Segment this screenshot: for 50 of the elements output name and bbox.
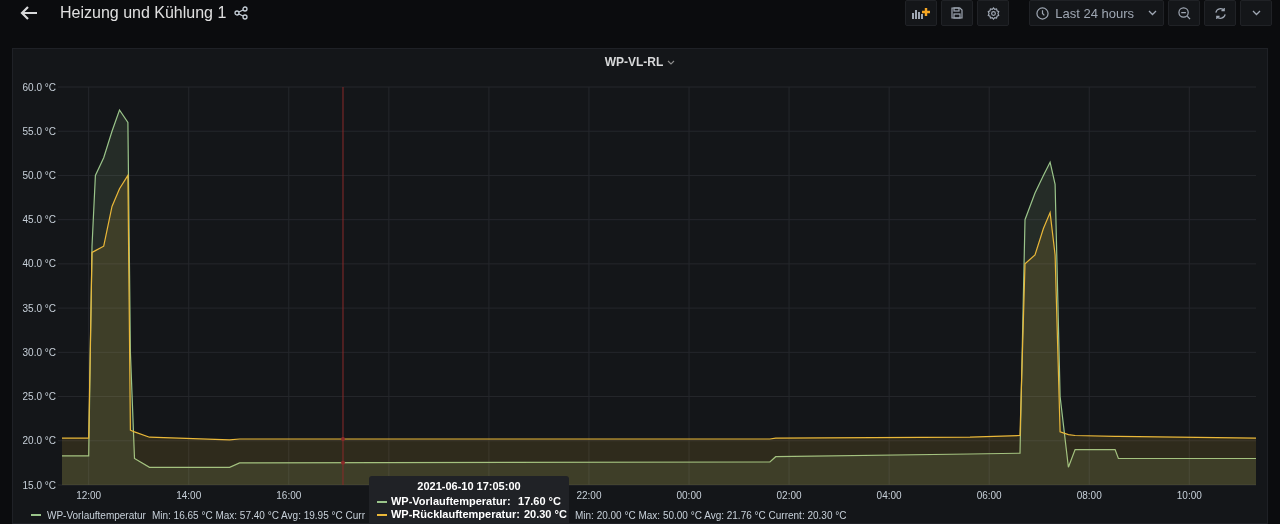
- refresh-icon: [1213, 6, 1227, 20]
- save-button[interactable]: [941, 0, 974, 26]
- tooltip-label: WP-Rücklauftemperatur:: [390, 508, 520, 521]
- save-icon: [951, 7, 964, 19]
- x-axis-label: 12:00: [76, 490, 102, 501]
- tooltip-value: 20.30 °C: [523, 508, 567, 521]
- y-axis-label: 35.0 °C: [22, 302, 56, 314]
- settings-button[interactable]: [977, 0, 1010, 26]
- legend-marker: [31, 514, 41, 516]
- y-axis-label: 25.0 °C: [22, 391, 56, 403]
- tooltip-value: 17.60 °C: [518, 495, 561, 508]
- settings-icon: [986, 6, 1000, 20]
- y-axis-label: 60.0 °C: [22, 81, 56, 93]
- y-axis-label: 15.0 °C: [22, 479, 56, 491]
- tooltip-marker: [376, 513, 387, 516]
- x-axis-label: 02:00: [776, 490, 802, 501]
- clock-icon: [1036, 6, 1050, 20]
- caret-icon: [1251, 10, 1261, 16]
- x-axis-label: 04:00: [876, 490, 902, 501]
- caret-icon: [1148, 10, 1157, 16]
- bar-chart-plus-icon: [912, 7, 931, 19]
- back-icon[interactable]: [20, 5, 38, 21]
- legend-stats: Min: 20.00 °C Max: 50.00 °C Avg: 21.76 °C Current: 20.30 °C: [574, 509, 847, 521]
- zoom-out-icon: [1177, 6, 1191, 20]
- y-axis-label: 50.0 °C: [22, 169, 56, 181]
- caret-icon[interactable]: [667, 59, 676, 65]
- legend-series-name[interactable]: WP-Vorlauftemperatur: [47, 509, 146, 521]
- y-axis-label: 20.0 °C: [22, 435, 56, 447]
- y-axis-label: 30.0 °C: [22, 346, 56, 358]
- share-icon[interactable]: [234, 6, 249, 20]
- x-axis-label: 14:00: [176, 490, 202, 501]
- legend-stats: Min: 16.65 °C Max: 57.40 °C Avg: 19.95 °C Curr: [151, 509, 365, 521]
- x-axis-label: 22:00: [576, 490, 602, 501]
- tooltip-time: 2021-06-10 17:05:00: [416, 480, 522, 492]
- add-panel-button[interactable]: [905, 0, 938, 26]
- y-axis-label: 40.0 °C: [22, 258, 56, 270]
- time-range-picker[interactable]: Last 24 hours: [1029, 0, 1164, 26]
- x-axis-label: 10:00: [1176, 490, 1202, 501]
- dashboard-title: Heizung und Kühlung 1: [60, 4, 227, 22]
- tooltip-marker: [376, 500, 387, 503]
- x-axis-label: 00:00: [676, 490, 702, 501]
- x-axis-label: 08:00: [1076, 490, 1102, 501]
- tooltip-label: WP-Vorlauftemperatur:: [390, 495, 512, 508]
- y-axis-label: 45.0 °C: [22, 214, 56, 226]
- x-axis-label: 06:00: [976, 490, 1002, 501]
- refresh-button[interactable]: [1204, 0, 1236, 26]
- x-axis-label: 16:00: [276, 490, 302, 501]
- zoom-out-button[interactable]: [1168, 0, 1200, 26]
- panel-title[interactable]: WP-VL-RL: [604, 55, 664, 69]
- y-axis-label: 55.0 °C: [22, 125, 56, 137]
